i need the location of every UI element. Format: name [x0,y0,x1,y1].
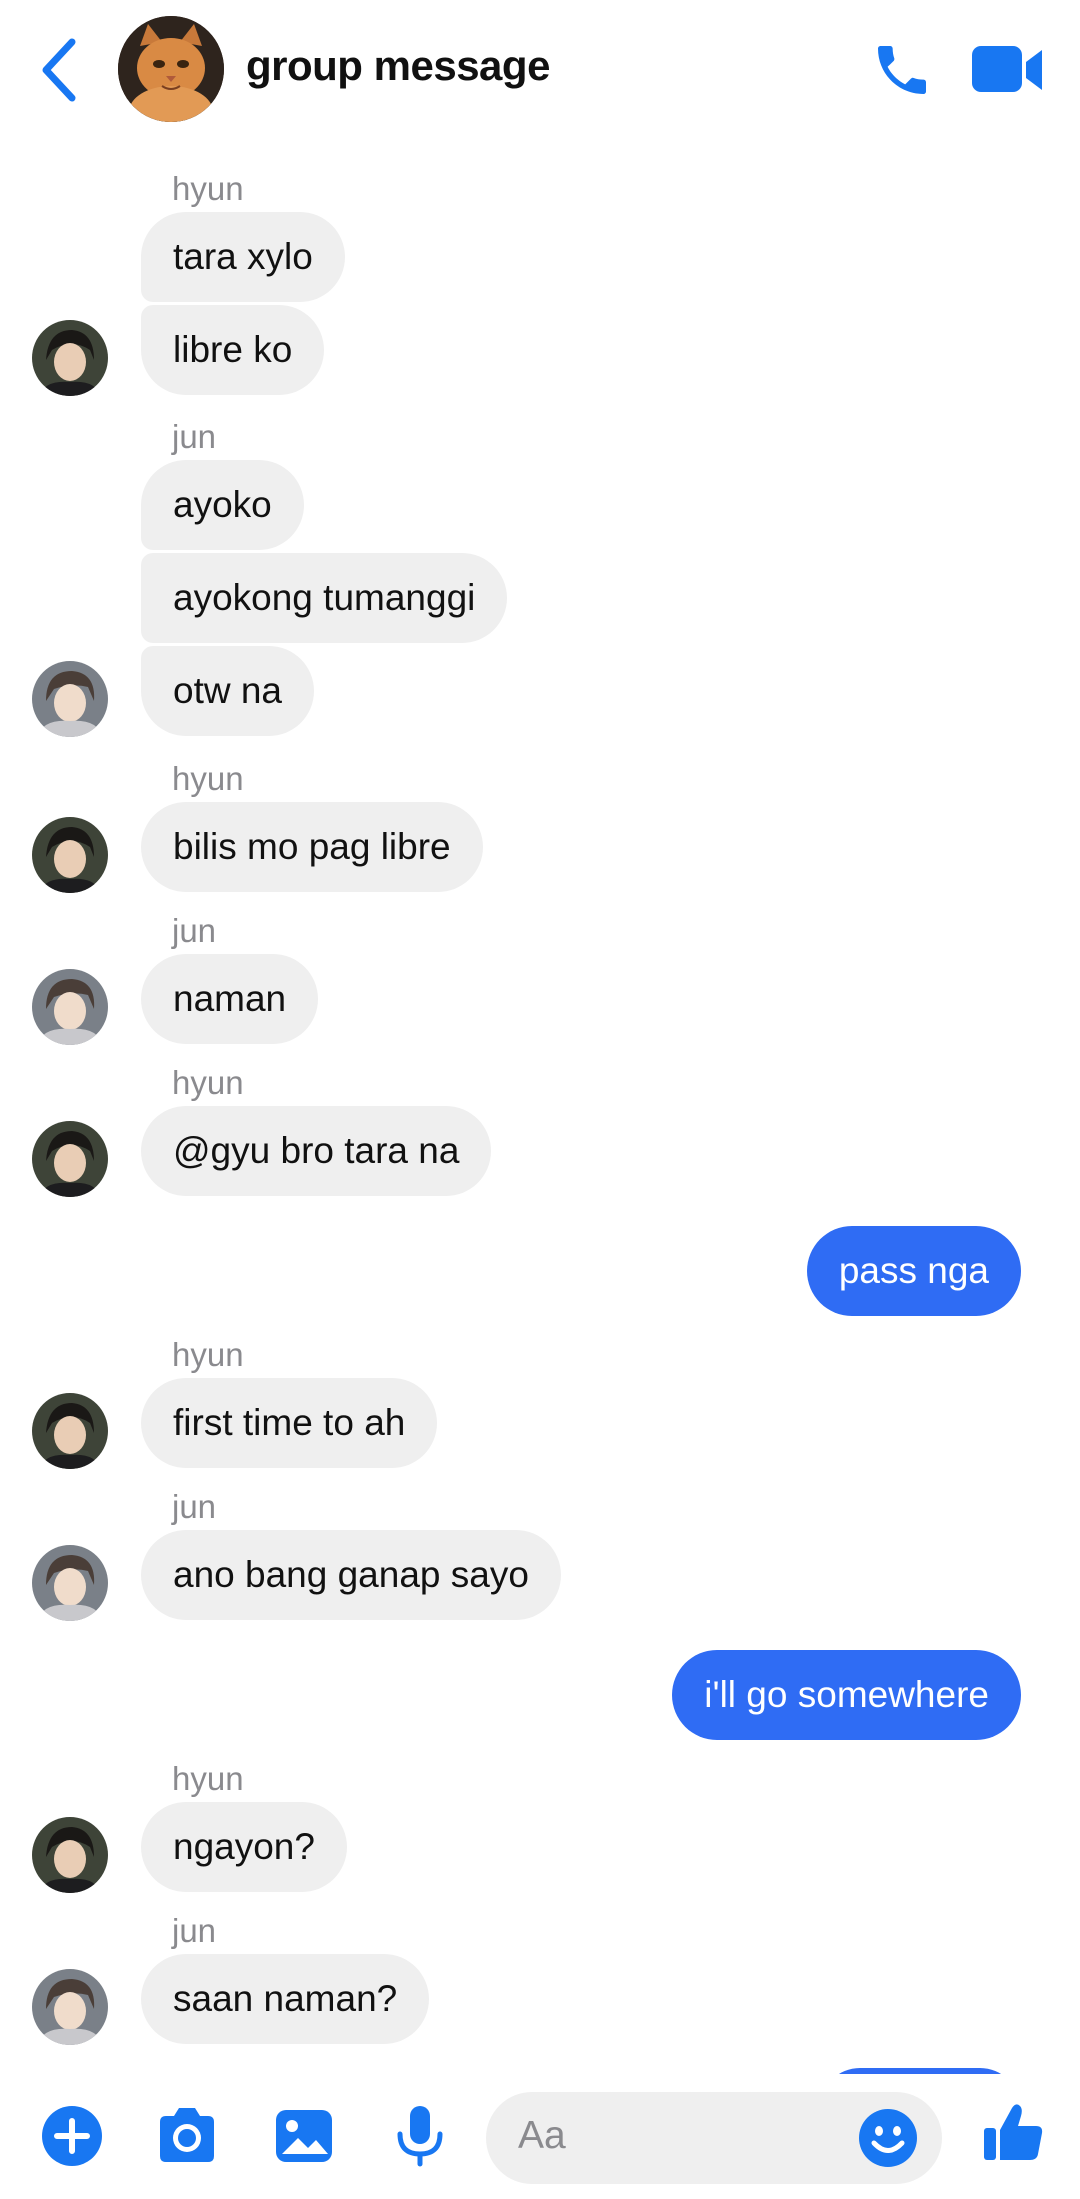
gallery-button[interactable] [272,2104,336,2168]
phone-icon [878,46,926,94]
chat-header: group message [0,0,1080,140]
message-bubble[interactable]: ayoko [141,460,304,550]
emoji-button[interactable] [856,2106,920,2170]
sender-name: jun [172,912,217,949]
video-camera-icon [972,46,1042,92]
emoji-icon [859,2109,917,2167]
plus-circle-icon [42,2106,102,2166]
video-call-button[interactable] [970,40,1046,100]
sender-name: hyun [172,760,244,797]
message-bubble[interactable]: ano bang ganap sayo [141,1530,561,1620]
message-bubble[interactable]: ngayon? [141,1802,347,1892]
message-bubble[interactable]: bilis mo pag libre [141,802,483,892]
cat-avatar-image [118,16,224,122]
image-icon [276,2110,332,2162]
sender-name: jun [172,1912,217,1949]
jun-avatar-image [32,969,108,1045]
jun-avatar-image [32,661,108,737]
camera-icon [160,2108,214,2162]
call-button[interactable] [870,38,934,102]
message-input-placeholder: Aa [518,2114,566,2157]
message-bubble[interactable]: libre ko [141,305,325,395]
hyun-avatar-image [32,1121,108,1197]
group-avatar[interactable] [118,16,224,122]
message-bubble[interactable]: @gyu bro tara na [141,1106,492,1196]
voice-message-button[interactable] [388,2104,452,2168]
sender-name: jun [172,418,217,455]
jun-avatar[interactable] [32,661,108,737]
sender-name: hyun [172,1336,244,1373]
jun-avatar[interactable] [32,1969,108,2045]
message-bubble[interactable]: naman [141,954,319,1044]
hyun-avatar[interactable] [32,320,108,396]
composer-bar: Aa [0,2074,1080,2199]
hyun-avatar[interactable] [32,1817,108,1893]
my-message-bubble[interactable]: pass nga [806,1226,1021,1316]
hyun-avatar-image [32,1393,108,1469]
message-bubble[interactable]: saan naman? [141,1954,430,2044]
back-button[interactable] [32,30,88,110]
microphone-icon [397,2106,443,2167]
message-input[interactable]: Aa [486,2092,942,2184]
like-button[interactable] [980,2100,1046,2166]
jun-avatar[interactable] [32,1545,108,1621]
sender-name: hyun [172,1064,244,1101]
more-actions-button[interactable] [40,2104,104,2168]
hyun-avatar-image [32,1817,108,1893]
hyun-avatar-image [32,320,108,396]
chevron-left-icon [42,38,76,102]
message-bubble[interactable]: ayokong tumanggi [141,553,508,643]
hyun-avatar[interactable] [32,1393,108,1469]
sender-name: hyun [172,170,244,207]
my-message-bubble[interactable]: i'll go somewhere [672,1650,1021,1740]
hyun-avatar-image [32,817,108,893]
message-list[interactable]: hyun tara xylo libre ko jun ayoko ayokon… [0,140,1080,2074]
camera-button[interactable] [154,2104,218,2168]
message-bubble[interactable]: tara xylo [141,212,345,302]
sender-name: hyun [172,1760,244,1797]
jun-avatar-image [32,1545,108,1621]
message-bubble[interactable]: first time to ah [141,1378,438,1468]
thumbs-up-icon [984,2104,1043,2160]
hyun-avatar[interactable] [32,1121,108,1197]
hyun-avatar[interactable] [32,817,108,893]
jun-avatar-image [32,1969,108,2045]
sender-name: jun [172,1488,217,1525]
chat-title[interactable]: group message [246,42,550,90]
jun-avatar[interactable] [32,969,108,1045]
message-bubble[interactable]: otw na [141,646,315,736]
